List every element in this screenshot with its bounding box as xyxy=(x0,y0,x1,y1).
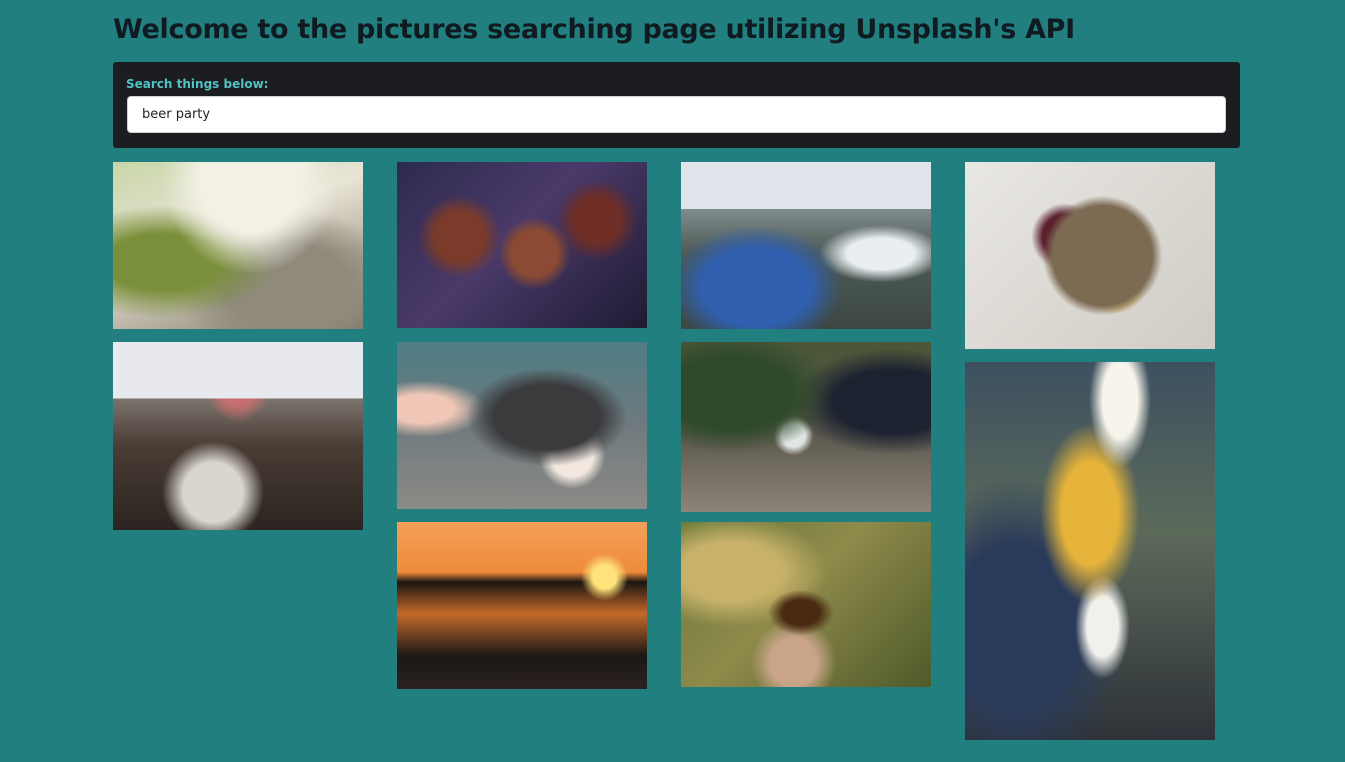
search-input[interactable] xyxy=(127,96,1226,133)
result-image[interactable] xyxy=(965,162,1215,349)
search-label: Search things below: xyxy=(126,77,269,91)
result-image[interactable] xyxy=(397,522,647,689)
page-title: Welcome to the pictures searching page u… xyxy=(113,14,1075,45)
result-image[interactable] xyxy=(681,522,931,687)
result-image[interactable] xyxy=(681,162,931,329)
result-image[interactable] xyxy=(397,342,647,509)
result-image[interactable] xyxy=(965,362,1215,740)
search-panel: Search things below: xyxy=(113,62,1240,148)
result-image[interactable] xyxy=(113,342,363,530)
result-image[interactable] xyxy=(397,162,647,328)
result-image[interactable] xyxy=(113,162,363,329)
result-image[interactable] xyxy=(681,342,931,512)
